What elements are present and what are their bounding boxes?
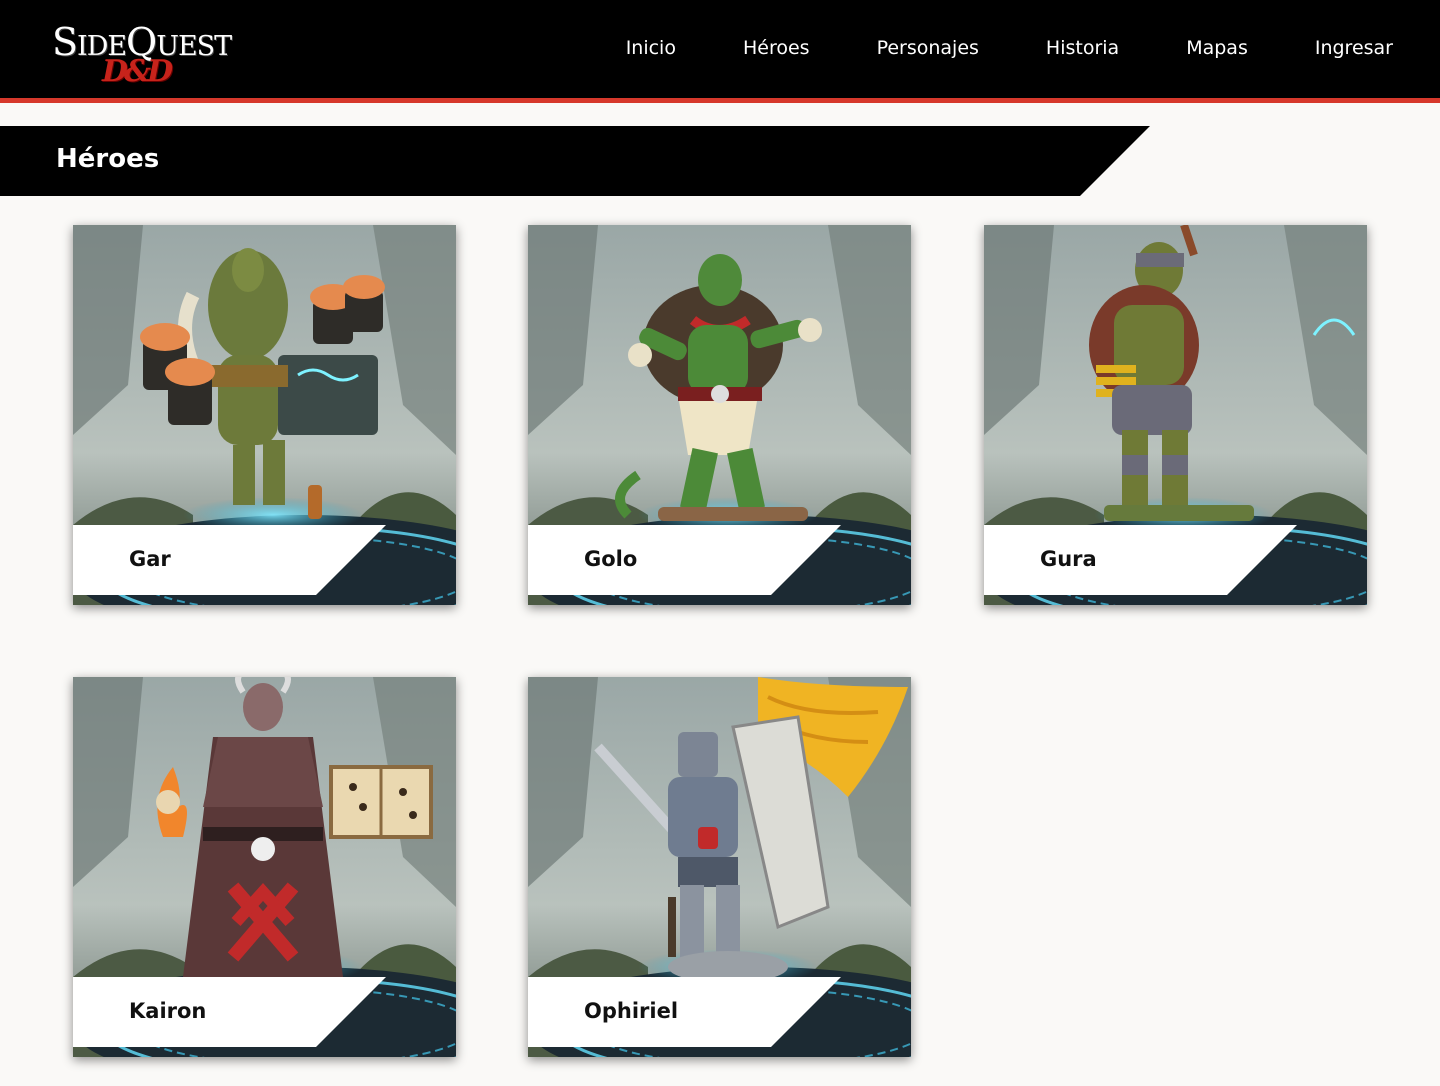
nav-ingresar[interactable]: Ingresar (1315, 37, 1393, 59)
hero-name: Golo (584, 547, 638, 571)
nav-inicio[interactable]: Inicio (626, 37, 676, 59)
hero-name: Gura (1040, 547, 1097, 571)
hero-card-golo[interactable]: Golo (528, 225, 911, 605)
hero-name-tag: Kairon (73, 977, 456, 1047)
site-header: SideQuest D&D Inicio Héroes Personajes H… (0, 0, 1440, 98)
hero-name-tag: Gar (73, 525, 456, 595)
nav-personajes[interactable]: Personajes (877, 37, 979, 59)
nav-heroes[interactable]: Héroes (743, 37, 810, 59)
section-banner: Héroes (0, 126, 1150, 196)
sidequest-dnd-logo[interactable]: SideQuest D&D (52, 18, 242, 92)
hero-name-tag: Ophiriel (528, 977, 911, 1047)
hero-name: Kairon (129, 999, 207, 1023)
page-title: Héroes (56, 144, 160, 174)
main-nav: Inicio Héroes Personajes Historia Mapas … (626, 0, 1393, 95)
header-accent-stripe (0, 98, 1440, 103)
hero-card-ophiriel[interactable]: Ophiriel (528, 677, 911, 1057)
nav-historia[interactable]: Historia (1046, 37, 1119, 59)
hero-name: Ophiriel (584, 999, 679, 1023)
hero-card-gar[interactable]: Gar (73, 225, 456, 605)
banner-shape (0, 126, 1150, 196)
hero-name-tag: Gura (984, 525, 1367, 595)
hero-name-tag: Golo (528, 525, 911, 595)
hero-card-kairon[interactable]: Kairon (73, 677, 456, 1057)
nav-mapas[interactable]: Mapas (1186, 37, 1248, 59)
logo-dnd-mark: D&D (102, 54, 173, 89)
hero-name: Gar (129, 547, 171, 571)
hero-card-gura[interactable]: Gura (984, 225, 1367, 605)
